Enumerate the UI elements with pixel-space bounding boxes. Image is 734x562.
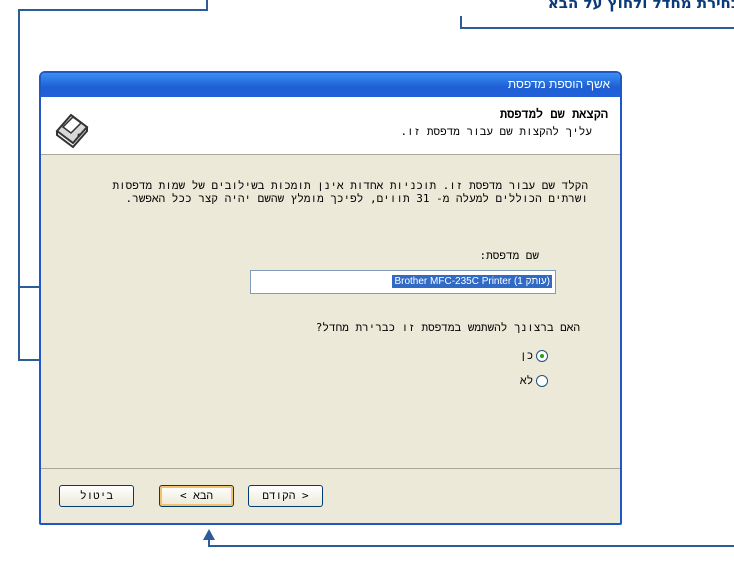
next-button[interactable]: הבא > [159,485,234,507]
default-printer-question: האם ברצונך להשתמש במדפסת זו כברירת מחדל? [315,321,580,334]
callout-line-top-right-v [460,16,462,29]
callout-line-left-v [18,9,20,361]
radio-yes-row[interactable]: כן [520,349,549,363]
callout-text-bold: הבא [547,0,579,12]
callout-text: בחירת מחדל ולחוץ על הבא [430,0,734,16]
instructions-text: הקלד שם עבור מדפסת זו. תוכניות אחדות אינ… [112,179,588,205]
dialog-title: אשף הוספת מדפסת [507,77,610,91]
printer-name-value: Brother MFC-235C Printer (עותק 1) [392,275,552,288]
back-button[interactable]: < הקודם [248,485,323,507]
radio-no[interactable] [536,375,549,387]
printer-name-label: שם מדפסת: [479,249,539,262]
callout-line-top-left-v1 [206,0,208,11]
cancel-button[interactable]: ביטול [59,485,134,507]
printer-icon [50,106,92,149]
header-subtitle: עליך להקצות שם עבור מדפסת זו. [400,125,592,138]
header-title: הקצאת שם למדפסת [499,107,608,121]
radio-yes[interactable] [536,350,549,362]
arrowhead-next-button [203,529,215,540]
callout-line-top-left-h [18,9,208,11]
wizard-header: הקצאת שם למדפסת עליך להקצות שם עבור מדפס… [41,97,620,155]
wizard-body: הקלד שם עבור מדפסת זו. תוכניות אחדות אינ… [41,155,620,469]
radio-no-row[interactable]: לא [520,374,549,388]
wizard-footer: < הקודם הבא > ביטול [41,468,620,523]
callout-line-top-right-h [460,27,734,29]
radio-no-label: לא [520,374,534,387]
dialog-titlebar[interactable]: אשף הוספת מדפסת [41,73,620,97]
callout-line-bottom-h [208,545,734,547]
radio-yes-label: כן [520,349,534,362]
add-printer-wizard-dialog: אשף הוספת מדפסת הקצאת שם למדפסת עליך להק… [39,71,622,525]
printer-name-input[interactable]: Brother MFC-235C Printer (עותק 1) [250,270,556,294]
callout-line-bottom-v [208,540,210,547]
callout-text-main: בחירת מחדל ולחוץ על [578,0,734,12]
